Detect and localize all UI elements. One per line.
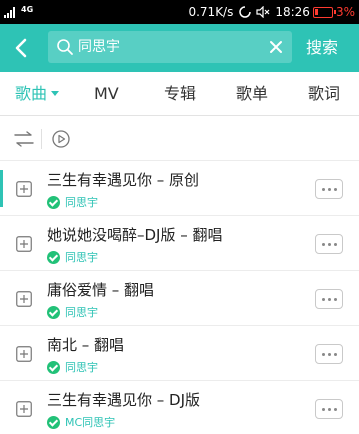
song-row[interactable]: 南北 – 翻唱 同思宇 <box>0 326 359 381</box>
clear-icon[interactable] <box>268 39 284 55</box>
tab-lyrics[interactable]: 歌词 <box>308 72 340 116</box>
caret-down-icon <box>51 90 60 96</box>
tab-mv[interactable]: MV <box>94 72 119 116</box>
list-toolbar <box>0 117 359 161</box>
more-button[interactable] <box>315 399 343 419</box>
battery-percent: 3% <box>335 5 355 19</box>
song-row[interactable]: 庸俗爱情 – 翻唱 同思宇 <box>0 271 359 326</box>
add-icon[interactable] <box>16 401 32 417</box>
search-query: 同思宇 <box>78 39 120 55</box>
network-type: 4G <box>21 5 34 14</box>
song-list: 三生有幸遇见你 – 原创 同思宇 她说她没喝醉–DJ版 – 翻唱 同思宇 庸俗爱… <box>0 161 359 434</box>
song-title: 三生有幸遇见你 – 原创 <box>47 171 200 189</box>
song-title: 南北 – 翻唱 <box>47 336 125 354</box>
clock: 18:26 <box>275 5 310 19</box>
song-title: 三生有幸遇见你 – DJ版 <box>47 391 201 409</box>
verified-icon <box>47 195 60 209</box>
verified-icon <box>47 415 60 429</box>
song-title: 她说她没喝醉–DJ版 – 翻唱 <box>47 226 223 244</box>
divider <box>41 129 42 149</box>
battery-icon <box>312 6 336 18</box>
status-bar: 4G 0.71K/s 18:26 3% <box>0 0 359 24</box>
network-speed: 0.71K/s <box>188 5 234 19</box>
loading-icon <box>239 6 252 18</box>
verified-icon <box>47 305 60 319</box>
add-icon[interactable] <box>16 291 32 307</box>
multi-select-icon[interactable] <box>14 131 34 147</box>
chevron-left-icon <box>15 38 27 58</box>
song-row[interactable]: 三生有幸遇见你 – 原创 同思宇 <box>0 161 359 216</box>
song-artist: 同思宇 <box>65 251 98 264</box>
category-tabs: 歌曲 MV 专辑 歌单 歌词 <box>0 72 359 116</box>
search-button[interactable]: 搜索 <box>306 24 338 72</box>
song-row[interactable]: 她说她没喝醉–DJ版 – 翻唱 同思宇 <box>0 216 359 271</box>
song-artist: MC同思宇 <box>65 416 116 429</box>
song-artist: 同思宇 <box>65 306 98 319</box>
verified-icon <box>47 360 60 374</box>
song-artist: 同思宇 <box>65 196 98 209</box>
search-input[interactable]: 同思宇 <box>48 31 292 63</box>
search-header: 同思宇 搜索 <box>0 24 359 72</box>
tab-albums[interactable]: 专辑 <box>164 72 196 116</box>
more-button[interactable] <box>315 179 343 199</box>
back-button[interactable] <box>8 34 36 62</box>
add-icon[interactable] <box>16 236 32 252</box>
play-all-icon[interactable] <box>52 130 70 148</box>
search-icon <box>57 39 73 55</box>
more-button[interactable] <box>315 289 343 309</box>
song-title: 庸俗爱情 – 翻唱 <box>47 281 155 299</box>
tab-songs-label: 歌曲 <box>15 84 48 103</box>
more-button[interactable] <box>315 234 343 254</box>
song-row[interactable]: 三生有幸遇见你 – DJ版 MC同思宇 <box>0 381 359 434</box>
signal-icon <box>4 6 18 18</box>
tab-playlists[interactable]: 歌单 <box>236 72 268 116</box>
more-button[interactable] <box>315 344 343 364</box>
add-icon[interactable] <box>16 181 32 197</box>
add-icon[interactable] <box>16 346 32 362</box>
song-artist: 同思宇 <box>65 361 98 374</box>
tab-songs[interactable]: 歌曲 <box>15 72 60 116</box>
mute-icon <box>256 6 270 18</box>
verified-icon <box>47 250 60 264</box>
